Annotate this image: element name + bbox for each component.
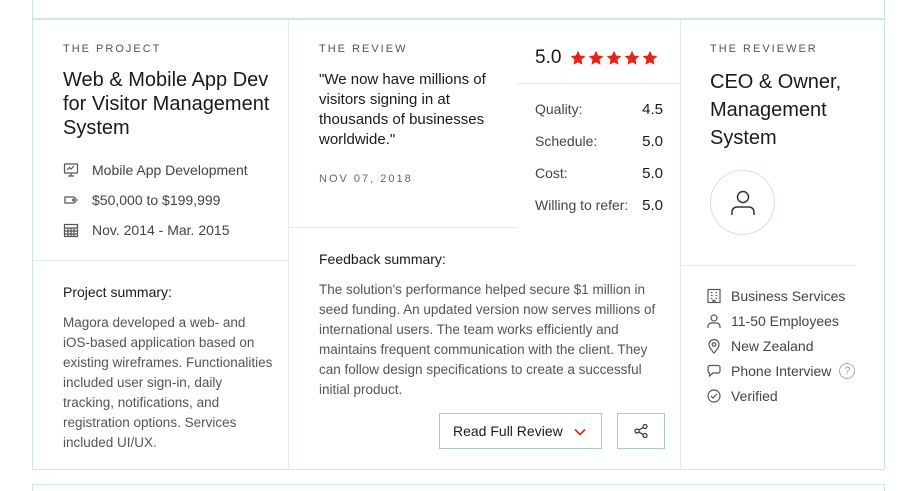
score-value: 5.0 [642, 197, 663, 214]
star-icon [571, 50, 586, 65]
reviewer-verified: Verified [706, 388, 778, 404]
score-label: Cost: [535, 165, 568, 181]
rating-divider [516, 83, 681, 84]
avatar [710, 170, 775, 235]
review-quote: "We now have millions of visitors signin… [319, 71, 486, 148]
score-value: 5.0 [642, 165, 663, 182]
score-quality: Quality: 4.5 [535, 101, 663, 118]
reviewer-industry-label: Business Services [731, 288, 846, 304]
score-label: Quality: [535, 101, 583, 117]
reviewer-company-size-label: 11-50 Employees [731, 313, 839, 329]
share-icon [634, 423, 648, 439]
reviewer-title: CEO & Owner, Management System [710, 71, 842, 149]
reviewer-industry: Business Services [706, 288, 845, 304]
feedback-summary-heading: Feedback summary: [319, 251, 446, 267]
review-column: THE REVIEW "We now have millions of visi… [289, 20, 681, 469]
overall-rating-value: 5.0 [535, 47, 562, 68]
monitor-icon [63, 162, 79, 178]
project-column: THE PROJECT Web & Mobile App Dev for Vis… [33, 20, 289, 469]
service-line: Mobile App Development [63, 162, 248, 178]
user-avatar-icon [730, 190, 755, 215]
person-icon [706, 313, 722, 329]
project-eyebrow: THE PROJECT [63, 43, 162, 55]
share-button[interactable] [617, 413, 665, 449]
check-circle-icon [706, 388, 722, 404]
read-full-review-button[interactable]: Read Full Review [439, 413, 602, 449]
read-full-review-label: Read Full Review [453, 423, 563, 439]
review-date: NOV 07, 2018 [319, 173, 413, 185]
chevron-down-icon [574, 428, 586, 436]
reviewer-location-label: New Zealand [731, 338, 814, 354]
overall-rating: 5.0 [535, 47, 658, 69]
help-icon[interactable]: ? [839, 363, 856, 379]
reviewer-column: THE REVIEWER CEO & Owner, Management Sys… [681, 20, 884, 469]
previous-review-card [32, 0, 885, 19]
reviewer-interview-type: Phone Interview ? [706, 363, 856, 379]
score-value: 4.5 [642, 101, 663, 118]
score-schedule: Schedule: 5.0 [535, 133, 663, 150]
reviewer-verified-label: Verified [731, 388, 778, 404]
next-review-card [32, 484, 885, 491]
star-rating [570, 50, 658, 66]
location-pin-icon [706, 338, 722, 354]
star-icon [625, 50, 640, 65]
review-card: THE PROJECT Web & Mobile App Dev for Vis… [32, 19, 885, 470]
reviewer-eyebrow: THE REVIEWER [710, 43, 818, 55]
star-icon [589, 50, 604, 65]
project-title: Web & Mobile App Dev for Visitor Managem… [63, 69, 270, 139]
reviewer-divider [681, 265, 856, 266]
score-cost: Cost: 5.0 [535, 165, 663, 182]
review-eyebrow: THE REVIEW [319, 43, 408, 55]
score-value: 5.0 [642, 133, 663, 150]
star-icon [643, 50, 658, 65]
calendar-icon [63, 222, 79, 238]
project-summary-heading: Project summary: [63, 284, 172, 300]
score-willing-to-refer: Willing to refer: 5.0 [535, 197, 663, 214]
budget-line-label: $50,000 to $199,999 [92, 192, 221, 208]
score-label: Willing to refer: [535, 197, 629, 213]
reviewer-company-size: 11-50 Employees [706, 313, 839, 329]
building-icon [706, 288, 722, 304]
price-tag-icon [63, 192, 79, 208]
review-divider [289, 227, 517, 228]
dates-line-label: Nov. 2014 - Mar. 2015 [92, 222, 230, 238]
dates-line: Nov. 2014 - Mar. 2015 [63, 222, 229, 238]
project-summary-text: Magora developed a web- and iOS-based ap… [63, 315, 273, 450]
project-divider [33, 260, 289, 261]
star-icon [607, 50, 622, 65]
reviewer-interview-type-label: Phone Interview [731, 363, 832, 379]
feedback-summary-text: The solution's performance helped secure… [319, 282, 656, 397]
service-line-label: Mobile App Development [92, 162, 248, 178]
chat-bubble-icon [706, 363, 722, 379]
reviewer-location: New Zealand [706, 338, 814, 354]
budget-line: $50,000 to $199,999 [63, 192, 220, 208]
rating-box: 5.0 Quality: 4.5 Schedule: 5.0 Cost: 5.0… [516, 20, 681, 227]
score-label: Schedule: [535, 133, 598, 149]
